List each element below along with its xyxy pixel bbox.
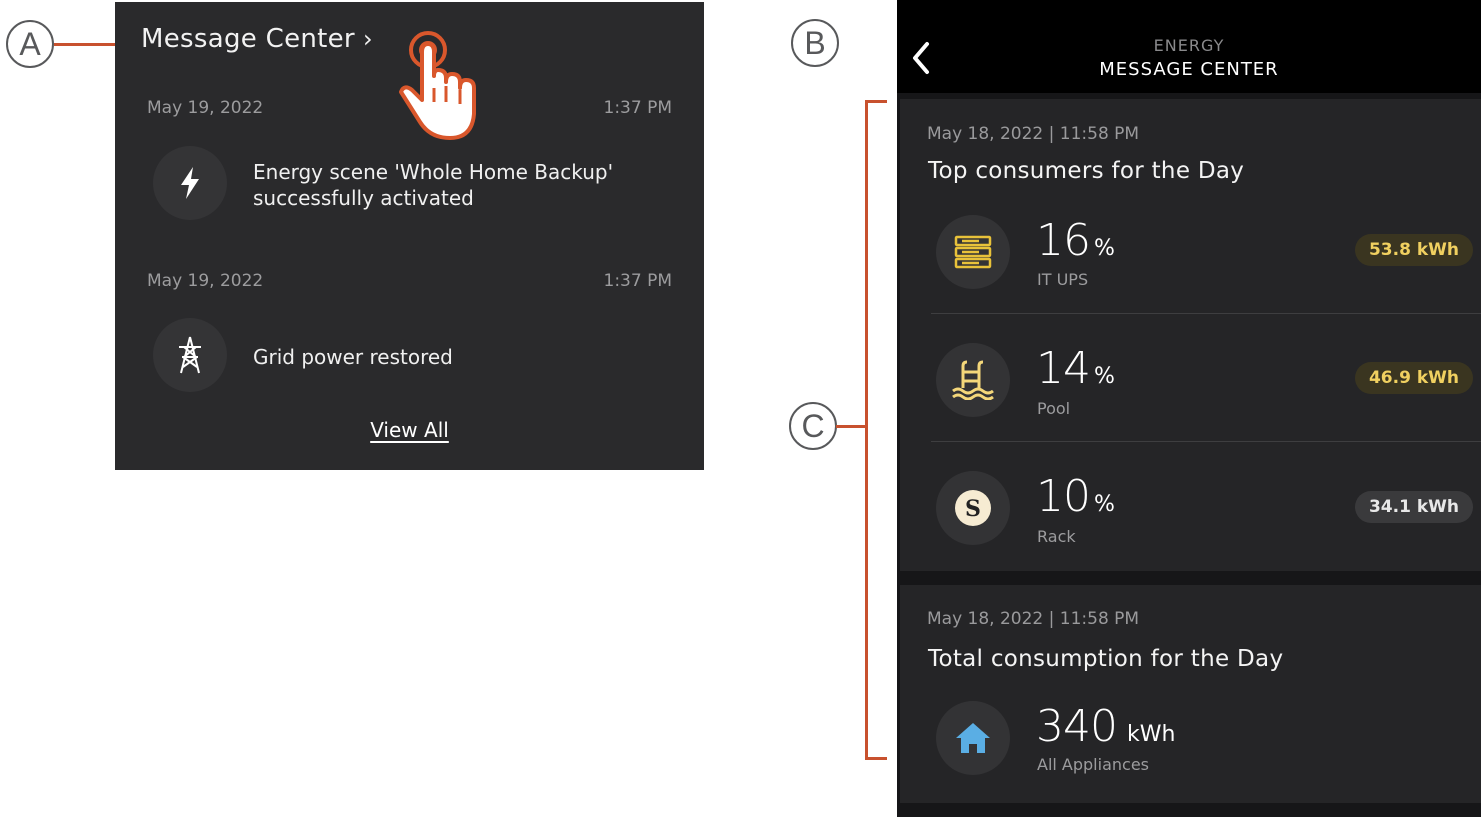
top-consumers-card[interactable]: May 18, 2022 | 11:58 PM Top consumers fo…: [900, 99, 1481, 571]
chevron-right-icon: ›: [362, 25, 373, 53]
view-all-link[interactable]: View All: [370, 418, 449, 442]
consumer-percent: 14%: [1036, 343, 1115, 394]
header-title: MESSAGE CENTER: [1099, 59, 1279, 80]
energy-badge: 53.8 kWh: [1354, 234, 1473, 266]
message-item[interactable]: Energy scene 'Whole Home Backup' success…: [253, 159, 613, 211]
message-time: 1:37 PM: [603, 98, 673, 118]
total-consumption-label: All Appliances: [1037, 755, 1149, 774]
energy-badge: 34.1 kWh: [1354, 491, 1473, 523]
pool-icon: [936, 343, 1010, 417]
home-icon: [936, 701, 1010, 775]
divider: [931, 313, 1481, 314]
tap-hand-icon: [399, 31, 476, 140]
callout-c-bracket: [865, 100, 868, 760]
card-title: Total consumption for the Day: [928, 646, 1284, 672]
card-title: Top consumers for the Day: [928, 158, 1245, 184]
server-icon: [936, 215, 1010, 289]
message-item[interactable]: Grid power restored: [253, 344, 453, 370]
callout-a: A: [6, 20, 54, 68]
consumer-label: Pool: [1037, 399, 1071, 418]
divider: [931, 441, 1481, 442]
callout-c-leader: [836, 425, 866, 428]
power-tower-icon: [153, 318, 227, 392]
total-consumption-value: 340 kWh: [1036, 701, 1176, 752]
consumer-label: Rack: [1037, 527, 1076, 546]
consumer-percent: 10%: [1036, 471, 1115, 522]
message-center-title: Message Center: [141, 24, 355, 54]
card-date: May 18, 2022 | 11:58 PM: [927, 124, 1140, 144]
message-date: May 19, 2022: [147, 271, 264, 291]
message-time: 1:37 PM: [603, 271, 673, 291]
callout-b: B: [791, 19, 839, 67]
callout-c-bracket-bottom: [865, 757, 887, 760]
total-consumption-card[interactable]: May 18, 2022 | 11:58 PM Total consumptio…: [900, 585, 1481, 803]
callout-c-bracket-top: [865, 100, 887, 103]
message-center-screen: ENERGY MESSAGE CENTER May 18, 2022 | 11:…: [897, 0, 1481, 817]
lightning-icon: [153, 146, 227, 220]
screen-header: ENERGY MESSAGE CENTER: [897, 0, 1481, 93]
message-text-line1: Energy scene 'Whole Home Backup': [253, 160, 614, 184]
rack-s-icon: S: [936, 471, 1010, 545]
message-text-line2: successfully activated: [253, 186, 474, 210]
message-date: May 19, 2022: [147, 98, 264, 118]
consumer-percent: 16%: [1036, 215, 1115, 266]
energy-badge: 46.9 kWh: [1354, 362, 1473, 394]
header-subtitle: ENERGY: [1153, 36, 1225, 55]
message-center-link[interactable]: Message Center ›: [141, 24, 373, 54]
message-text-line1: Grid power restored: [253, 345, 453, 369]
callout-c: C: [789, 402, 837, 450]
callout-a-leader: [54, 43, 122, 46]
consumer-label: IT UPS: [1037, 270, 1089, 289]
card-date: May 18, 2022 | 11:58 PM: [927, 609, 1140, 629]
svg-text:S: S: [965, 496, 981, 522]
